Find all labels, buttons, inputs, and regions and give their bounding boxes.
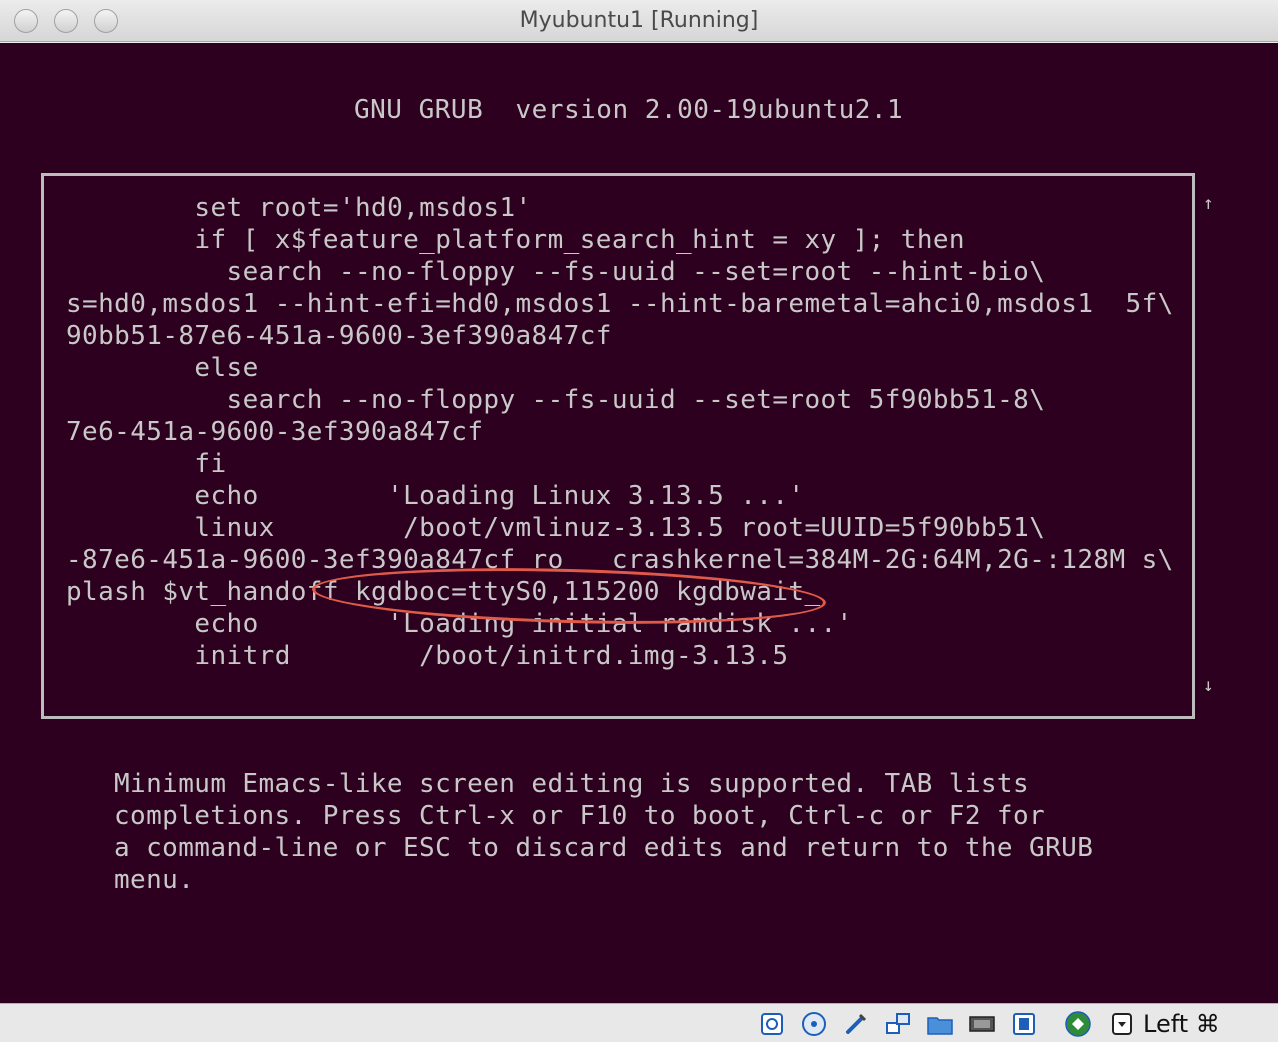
grub-script-line[interactable]: else [66, 352, 259, 384]
grub-script-line[interactable]: search --no-floppy --fs-uuid --set=root … [66, 384, 1045, 416]
grub-header: GNU GRUB version 2.00-19ubuntu2.1 [354, 95, 904, 125]
grub-script-line[interactable]: fi [66, 448, 227, 480]
grub-help-text: Minimum Emacs-like screen editing is sup… [114, 769, 1030, 799]
video-capture-icon[interactable] [1010, 1010, 1038, 1038]
shared-folder-icon[interactable] [926, 1010, 954, 1038]
guest-additions-icon[interactable] [1064, 1010, 1092, 1038]
vm-screen[interactable]: GNU GRUB version 2.00-19ubuntu2.1 set ro… [0, 43, 1278, 1003]
grub-script-line[interactable]: echo 'Loading Linux 3.13.5 ...' [66, 480, 804, 512]
window-titlebar: Myubuntu1 [Running] [0, 0, 1278, 42]
grub-script-line[interactable]: s=hd0,msdos1 --hint-efi=hd0,msdos1 --hin… [66, 288, 1174, 320]
scroll-down-arrow-icon: ↓ [1203, 675, 1214, 696]
window-title: Myubuntu1 [Running] [519, 8, 759, 33]
grub-script-line[interactable]: if [ x$feature_platform_search_hint = xy… [66, 224, 965, 256]
grub-script-line[interactable]: linux /boot/vmlinuz-3.13.5 root=UUID=5f9… [66, 512, 1045, 544]
scroll-up-arrow-icon: ↑ [1203, 193, 1214, 214]
grub-script-line[interactable]: search --no-floppy --fs-uuid --set=root … [66, 256, 1045, 288]
mouse-integration-icon[interactable] [1108, 1010, 1136, 1038]
grub-script-line[interactable]: 7e6-451a-9600-3ef390a847cf [66, 416, 483, 448]
optical-drive-icon[interactable] [800, 1010, 828, 1038]
grub-help-text: completions. Press Ctrl-x or F10 to boot… [114, 801, 1046, 831]
grub-script-line[interactable]: set root='hd0,msdos1' [66, 192, 532, 224]
vm-statusbar: Left ⌘ [0, 1003, 1278, 1042]
grub-script-line[interactable]: 90bb51-87e6-451a-9600-3ef390a847cf [66, 320, 612, 352]
grub-script-line[interactable]: initrd /boot/initrd.img-3.13.5 [66, 640, 788, 672]
grub-help-text: a command-line or ESC to discard edits a… [114, 833, 1094, 863]
hard-disk-icon[interactable] [758, 1010, 786, 1038]
network-icon[interactable] [884, 1010, 912, 1038]
host-key-label: Left ⌘ [1143, 1010, 1220, 1038]
usb-icon[interactable] [842, 1010, 870, 1038]
display-icon[interactable] [968, 1010, 996, 1038]
grub-help-text: menu. [114, 865, 195, 895]
